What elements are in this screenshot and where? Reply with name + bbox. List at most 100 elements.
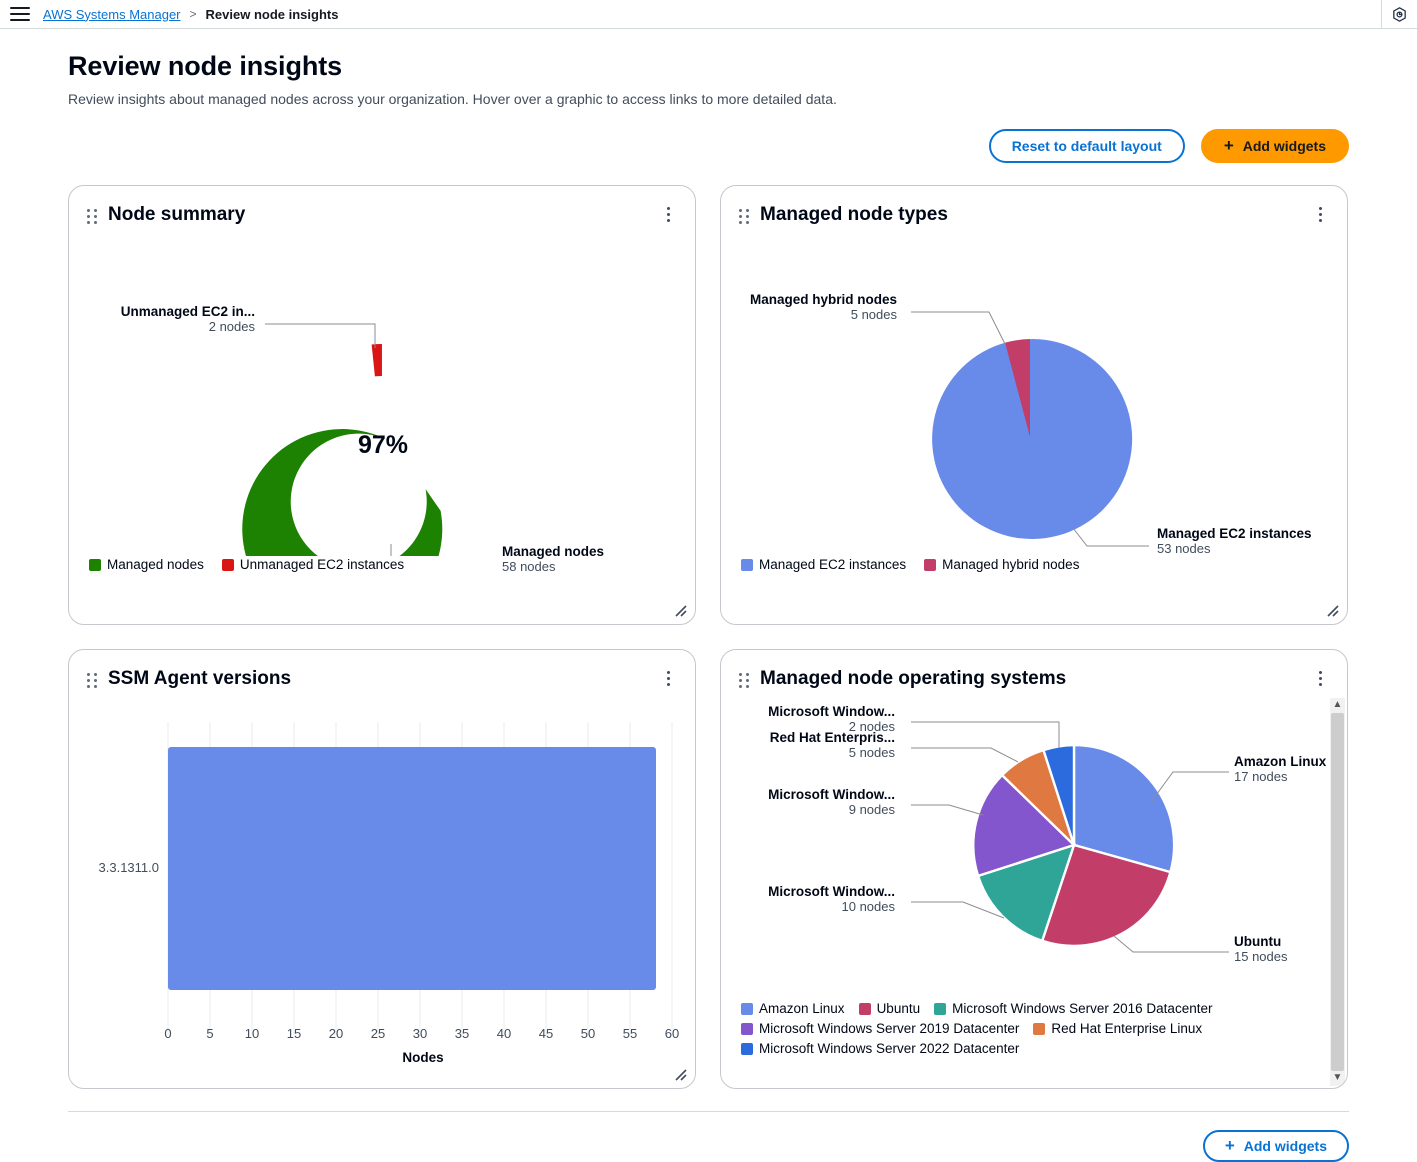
- legend-item-managed-hybrid-nodes[interactable]: Managed hybrid nodes: [924, 556, 1079, 574]
- x-axis-title: Nodes: [402, 1050, 443, 1065]
- node-summary-donut-chart: 97% Unmanaged EC2 in... 2 nodes Managed …: [69, 226, 695, 574]
- x-axis-tick-label: 55: [623, 1026, 637, 1041]
- callout-windows-server-2019: Microsoft Window... 9 nodes: [768, 787, 895, 817]
- widget-menu-icon[interactable]: [657, 202, 679, 226]
- reset-to-default-layout-button[interactable]: Reset to default layout: [988, 129, 1185, 163]
- x-axis-tick-label: 0: [164, 1026, 171, 1041]
- plus-icon: +: [1223, 135, 1234, 155]
- x-axis-tick-label: 40: [497, 1026, 511, 1041]
- callout-amazon-linux: Amazon Linux 17 nodes: [1234, 754, 1326, 784]
- leader-line-win2016: [911, 901, 1005, 919]
- legend-item-amazon-linux[interactable]: Amazon Linux: [741, 1000, 845, 1018]
- scrollbar-thumb[interactable]: [1331, 713, 1344, 1071]
- widget-title: Managed node operating systems: [760, 668, 1067, 689]
- drag-handle-icon[interactable]: [87, 208, 97, 225]
- drag-handle-icon[interactable]: [87, 672, 97, 689]
- legend-item-unmanaged-ec2-instances[interactable]: Unmanaged EC2 instances: [221, 556, 404, 574]
- drag-handle-icon[interactable]: [739, 672, 749, 689]
- legend-item-windows-server-2019[interactable]: Microsoft Windows Server 2019 Datacenter: [741, 1020, 1019, 1038]
- callout-label: Ubuntu: [1234, 934, 1282, 949]
- legend-item-red-hat-enterprise-linux[interactable]: Red Hat Enterprise Linux: [1033, 1020, 1202, 1038]
- bar-3-3-1311-0[interactable]: [168, 747, 656, 990]
- callout-label: Amazon Linux: [1234, 754, 1327, 769]
- x-axis-tick-label: 15: [287, 1026, 301, 1041]
- x-axis-tick-label: 20: [329, 1026, 343, 1041]
- callout-label: Unmanaged EC2 in...: [120, 304, 255, 319]
- os-pie-chart: Microsoft Window... 2 nodes Red Hat Ente…: [721, 690, 1347, 1000]
- reset-button-label: Reset to default layout: [1011, 138, 1162, 154]
- pie-slice-managed-ec2-instances[interactable]: [932, 338, 1133, 539]
- callout-value: 5 nodes: [850, 307, 897, 322]
- widget-vertical-scrollbar[interactable]: ▲ ▼: [1330, 698, 1345, 1086]
- resize-handle-icon[interactable]: [672, 602, 688, 618]
- settings-hexagon-icon[interactable]: [1381, 0, 1417, 29]
- hamburger-icon[interactable]: [10, 7, 30, 21]
- breadcrumb-current: Review node insights: [205, 6, 339, 22]
- resize-handle-icon[interactable]: [672, 1066, 688, 1082]
- scroll-up-arrow-icon[interactable]: ▲: [1333, 698, 1343, 713]
- legend-label: Managed EC2 instances: [759, 557, 907, 572]
- legend-swatch: [741, 1003, 753, 1015]
- add-widgets-label: Add widgets: [1243, 1138, 1327, 1154]
- legend-swatch: [924, 559, 937, 571]
- leader-line-ubuntu: [1113, 935, 1229, 953]
- widget-menu-icon[interactable]: [657, 666, 679, 690]
- breadcrumb-link-aws-systems-manager[interactable]: AWS Systems Manager: [43, 7, 181, 22]
- legend-swatch: [858, 1003, 871, 1015]
- widget-header: SSM Agent versions: [69, 650, 695, 690]
- widget-header: Managed node operating systems: [721, 650, 1347, 690]
- legend-swatch: [741, 1043, 753, 1055]
- callout-ubuntu: Ubuntu 15 nodes: [1234, 934, 1288, 964]
- donut-center-value: 97%: [358, 431, 408, 459]
- widget-ssm-agent-versions: SSM Agent versions 3.3.1311.0 0 5 10 15 …: [68, 649, 696, 1089]
- legend-label: Microsoft Windows Server 2019 Datacenter: [759, 1021, 1020, 1036]
- donut-slice-unmanaged-ec2-instances[interactable]: [371, 344, 382, 377]
- widget-header: Node summary: [69, 186, 695, 226]
- page-footer-actions: + Add widgets: [68, 1111, 1349, 1162]
- plus-icon: +: [1224, 1135, 1235, 1155]
- callout-value: 17 nodes: [1234, 769, 1288, 784]
- legend-swatch: [221, 559, 234, 571]
- page-body: Review node insights Review insights abo…: [0, 51, 1417, 1089]
- os-legend: Amazon Linux Ubuntu Microsoft Windows Se…: [721, 1000, 1347, 1058]
- widget-menu-icon[interactable]: [1309, 666, 1331, 690]
- callout-label: Managed EC2 instances: [1157, 526, 1312, 541]
- breadcrumb-separator-icon: >: [189, 7, 197, 21]
- page-actions: Reset to default layout + Add widgets: [68, 129, 1349, 163]
- resize-handle-icon[interactable]: [1324, 602, 1340, 618]
- legend-item-windows-server-2016[interactable]: Microsoft Windows Server 2016 Datacenter: [934, 1000, 1212, 1018]
- widget-title: Node summary: [108, 204, 246, 225]
- ssm-agent-versions-bar-chart: 3.3.1311.0 0 5 10 15 20 25 30 35 40 45 5…: [69, 690, 695, 1075]
- managed-node-types-pie-chart: Managed hybrid nodes 5 nodes Managed EC2…: [721, 226, 1347, 556]
- legend-label: Amazon Linux: [759, 1001, 845, 1016]
- legend-item-ubuntu[interactable]: Ubuntu: [858, 1000, 921, 1018]
- add-widgets-button-top[interactable]: + Add widgets: [1200, 129, 1349, 163]
- widget-menu-icon[interactable]: [1309, 202, 1331, 226]
- legend-item-windows-server-2022[interactable]: Microsoft Windows Server 2022 Datacenter: [741, 1040, 1019, 1058]
- callout-value: 58 nodes: [502, 559, 556, 574]
- callout-red-hat-enterprise-linux: Red Hat Enterpris... 5 nodes: [770, 730, 895, 760]
- x-axis-tick-label: 45: [539, 1026, 553, 1041]
- callout-label: Microsoft Window...: [768, 787, 895, 802]
- add-widgets-label: Add widgets: [1242, 138, 1326, 154]
- scroll-down-arrow-icon[interactable]: ▼: [1333, 1071, 1343, 1086]
- legend-label: Ubuntu: [876, 1001, 921, 1016]
- legend-swatch: [89, 559, 101, 571]
- legend-swatch: [741, 1023, 753, 1035]
- legend-item-managed-nodes[interactable]: Managed nodes: [89, 556, 204, 574]
- donut-svg: 97%: [232, 323, 452, 556]
- x-axis-tick-label: 60: [665, 1026, 679, 1041]
- x-axis-tick-label: 50: [581, 1026, 595, 1041]
- page-subtitle: Review insights about managed nodes acro…: [68, 91, 837, 107]
- pie-svg: [911, 311, 1149, 547]
- donut-slice-managed-nodes[interactable]: [232, 419, 452, 556]
- callout-value: 5 nodes: [848, 745, 895, 760]
- widget-header: Managed node types: [721, 186, 1347, 226]
- callout-value: 15 nodes: [1234, 949, 1288, 964]
- drag-handle-icon[interactable]: [739, 208, 749, 225]
- add-widgets-button-bottom[interactable]: + Add widgets: [1202, 1130, 1349, 1162]
- managed-node-types-legend: Managed EC2 instances Managed hybrid nod…: [721, 556, 1347, 574]
- legend-item-managed-ec2-instances[interactable]: Managed EC2 instances: [741, 556, 906, 574]
- callout-label: Managed hybrid nodes: [749, 292, 897, 307]
- breadcrumb: AWS Systems Manager > Review node insigh…: [43, 7, 338, 22]
